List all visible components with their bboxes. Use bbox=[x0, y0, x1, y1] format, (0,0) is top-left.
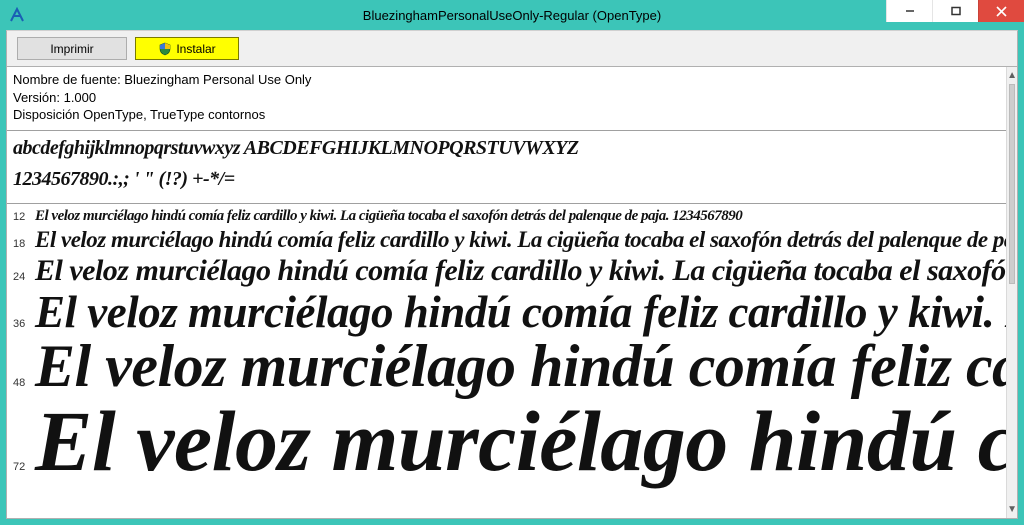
glyph-sample-block: abcdefghijklmnopqrstuvwxyz ABCDEFGHIJKLM… bbox=[7, 131, 1006, 204]
maximize-button[interactable] bbox=[932, 0, 978, 22]
sample-row-18: 18 El veloz murciélago hindú comía feliz… bbox=[7, 227, 1006, 253]
window-controls bbox=[886, 0, 1024, 22]
size-label: 18 bbox=[13, 238, 35, 250]
maximize-icon bbox=[951, 6, 961, 16]
sample-row-12: 12 El veloz murciélago hindú comía feliz… bbox=[7, 208, 1006, 225]
font-meta: Nombre de fuente: Bluezingham Personal U… bbox=[7, 67, 1006, 131]
size-label: 24 bbox=[13, 271, 35, 283]
minimize-button[interactable] bbox=[886, 0, 932, 22]
size-label: 12 bbox=[13, 211, 35, 223]
size-label: 36 bbox=[13, 318, 35, 330]
sample-text: El veloz murciélago hindú comía feliz ca… bbox=[35, 286, 1006, 338]
minimize-icon bbox=[905, 6, 915, 16]
sample-text: El veloz murciélago hindú comía feliz ca… bbox=[35, 227, 1006, 253]
shield-icon bbox=[158, 42, 172, 56]
print-button[interactable]: Imprimir bbox=[17, 37, 127, 60]
sample-row-36: 36 El veloz murciélago hindú comía feliz… bbox=[7, 286, 1006, 338]
font-version-line: Versión: 1.000 bbox=[13, 89, 1000, 107]
titlebar: BluezinghamPersonalUseOnly-Regular (Open… bbox=[0, 0, 1024, 30]
size-label: 72 bbox=[13, 461, 35, 473]
close-icon bbox=[996, 6, 1007, 17]
sample-row-72: 72 El veloz murciélago hindú comía feliz… bbox=[7, 391, 1006, 491]
toolbar: Imprimir Instalar bbox=[6, 30, 1018, 67]
size-label: 48 bbox=[13, 377, 35, 389]
app-icon bbox=[8, 6, 26, 24]
font-name-line: Nombre de fuente: Bluezingham Personal U… bbox=[13, 71, 1000, 89]
sample-text: El veloz murciélago hindú comía feliz ca… bbox=[35, 208, 742, 225]
scroll-thumb[interactable] bbox=[1009, 84, 1015, 284]
sample-text: El veloz murciélago hindú comía feliz ca… bbox=[35, 254, 1006, 288]
print-button-label: Imprimir bbox=[50, 42, 93, 56]
install-button[interactable]: Instalar bbox=[135, 37, 239, 60]
content-scroll-area: Nombre de fuente: Bluezingham Personal U… bbox=[7, 67, 1006, 518]
sample-text: El veloz murciélago hindú comía feliz ca… bbox=[35, 391, 1006, 491]
size-samples: 12 El veloz murciélago hindú comía feliz… bbox=[7, 208, 1006, 491]
install-button-label: Instalar bbox=[176, 42, 215, 56]
glyph-line-numeric: 1234567890.:,; ' " (!?) +-*/= bbox=[13, 166, 1000, 193]
window-title: BluezinghamPersonalUseOnly-Regular (Open… bbox=[363, 8, 661, 23]
vertical-scrollbar[interactable]: ▲ ▼ bbox=[1006, 67, 1017, 518]
glyph-line-alpha: abcdefghijklmnopqrstuvwxyz ABCDEFGHIJKLM… bbox=[13, 135, 1000, 162]
sample-row-24: 24 El veloz murciélago hindú comía feliz… bbox=[7, 254, 1006, 288]
close-button[interactable] bbox=[978, 0, 1024, 22]
font-layout-line: Disposición OpenType, TrueType contornos bbox=[13, 106, 1000, 124]
scroll-down-arrow-icon[interactable]: ▼ bbox=[1007, 501, 1017, 518]
scroll-up-arrow-icon[interactable]: ▲ bbox=[1007, 67, 1017, 84]
content-panel: Nombre de fuente: Bluezingham Personal U… bbox=[6, 67, 1018, 519]
